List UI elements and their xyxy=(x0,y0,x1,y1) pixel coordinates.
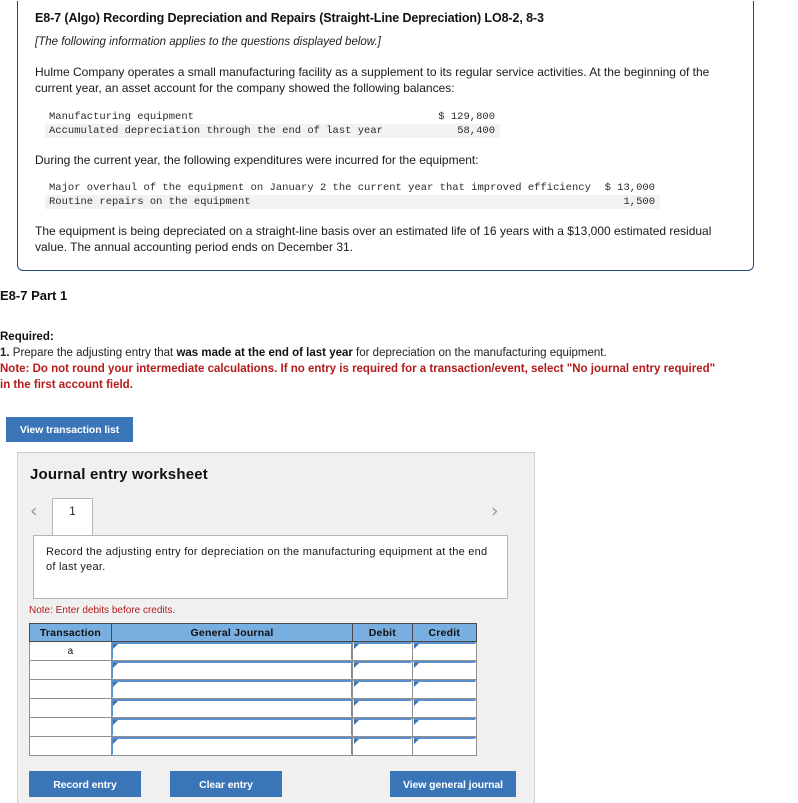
journal-table-body: a xyxy=(29,641,478,756)
debit-input[interactable] xyxy=(353,642,412,660)
table-header-row: Transaction General Journal Debit Credit xyxy=(29,623,478,642)
transaction-cell xyxy=(29,698,112,718)
transaction-cell xyxy=(29,679,112,699)
worksheet-page-tab-1[interactable]: 1 xyxy=(52,498,93,535)
credit-cell[interactable] xyxy=(411,641,478,661)
chevron-right-icon[interactable]: › xyxy=(491,501,499,521)
credit-cell[interactable] xyxy=(411,679,478,699)
credit-input[interactable] xyxy=(412,642,476,660)
journal-entry-table: Transaction General Journal Debit Credit… xyxy=(29,623,478,756)
problem-paragraph-1: Hulme Company operates a small manufactu… xyxy=(35,65,710,95)
credit-cell[interactable] xyxy=(411,698,478,718)
general-journal-input[interactable] xyxy=(111,737,353,755)
credit-cell[interactable] xyxy=(411,736,478,756)
expenditure-label: Major overhaul of the equipment on Janua… xyxy=(49,182,591,194)
credit-cell[interactable] xyxy=(411,660,478,680)
general-journal-cell[interactable] xyxy=(110,717,354,737)
balance-value: $ 129,800 xyxy=(438,111,495,123)
balance-label: Accumulated depreciation through the end… xyxy=(49,125,383,137)
problem-info-inner: E8-7 (Algo) Recording Depreciation and R… xyxy=(18,1,753,255)
journal-entry-worksheet-panel: Journal entry worksheet ‹ 1 › Record the… xyxy=(17,452,535,803)
table-row xyxy=(29,679,478,699)
table-row xyxy=(29,736,478,756)
record-entry-button[interactable]: Record entry xyxy=(29,771,141,797)
general-journal-cell[interactable] xyxy=(110,660,354,680)
problem-paragraph-3: The equipment is being depreciated on a … xyxy=(35,224,712,254)
required-red-note: Note: Do not round your intermediate cal… xyxy=(0,363,716,391)
table-row: Accumulated depreciation through the end… xyxy=(45,124,500,138)
table-row xyxy=(29,717,478,737)
journal-table-head: Transaction General Journal Debit Credit xyxy=(29,623,478,642)
required-item-text-before: Prepare the adjusting entry that xyxy=(9,346,177,359)
general-journal-input[interactable] xyxy=(111,661,353,679)
note-enter-debits-before-credits: Note: Enter debits before credits. xyxy=(29,605,176,616)
debit-input[interactable] xyxy=(353,661,412,679)
table-row: Routine repairs on the equipment 1,500 xyxy=(45,195,660,209)
column-header-debit: Debit xyxy=(352,623,413,642)
general-journal-cell[interactable] xyxy=(110,641,354,661)
transaction-cell xyxy=(29,736,112,756)
required-item-text-after: for depreciation on the manufacturing eq… xyxy=(352,346,607,359)
debit-cell[interactable] xyxy=(352,717,413,737)
column-header-credit: Credit xyxy=(411,623,478,642)
debit-input[interactable] xyxy=(353,680,412,698)
debit-cell[interactable] xyxy=(352,679,413,699)
credit-input[interactable] xyxy=(412,661,476,679)
problem-info-box: E8-7 (Algo) Recording Depreciation and R… xyxy=(17,1,754,271)
view-general-journal-button[interactable]: View general journal xyxy=(390,771,516,797)
expenditure-value: 1,500 xyxy=(623,196,655,208)
clear-entry-button[interactable]: Clear entry xyxy=(170,771,282,797)
balance-label: Manufacturing equipment xyxy=(49,111,194,123)
general-journal-cell[interactable] xyxy=(110,679,354,699)
balance-value: 58,400 xyxy=(457,125,495,137)
general-journal-input[interactable] xyxy=(111,699,353,717)
worksheet-pager: ‹ 1 › xyxy=(28,498,526,535)
problem-paragraph-2: During the current year, the following e… xyxy=(35,153,479,167)
page-root: E8-7 (Algo) Recording Depreciation and R… xyxy=(0,0,798,803)
table-row xyxy=(29,660,478,680)
chevron-left-icon[interactable]: ‹ xyxy=(30,501,38,521)
table-row: a xyxy=(29,641,478,661)
required-item-text-bold: was made at the end of last year xyxy=(176,346,353,359)
worksheet-title: Journal entry worksheet xyxy=(30,466,208,483)
expenditure-label: Routine repairs on the equipment xyxy=(49,196,251,208)
debit-input[interactable] xyxy=(353,699,412,717)
debit-input[interactable] xyxy=(353,737,412,755)
general-journal-cell[interactable] xyxy=(110,736,354,756)
transaction-cell xyxy=(29,717,112,737)
required-item-1: 1. Prepare the adjusting entry that was … xyxy=(0,346,720,362)
view-transaction-list-button[interactable]: View transaction list xyxy=(6,417,133,442)
debit-input[interactable] xyxy=(353,718,412,736)
column-header-general-journal: General Journal xyxy=(110,623,354,642)
required-item-number: 1. xyxy=(0,346,10,359)
required-label: Required: xyxy=(0,331,54,343)
credit-input[interactable] xyxy=(412,680,476,698)
credit-cell[interactable] xyxy=(411,717,478,737)
balances-table: Manufacturing equipment $ 129,800 Accumu… xyxy=(45,110,500,138)
transaction-cell: a xyxy=(29,641,112,661)
debit-cell[interactable] xyxy=(352,641,413,661)
exercise-title: E8-7 (Algo) Recording Depreciation and R… xyxy=(35,11,544,25)
credit-input[interactable] xyxy=(412,699,476,717)
table-row xyxy=(29,698,478,718)
table-row: Major overhaul of the equipment on Janua… xyxy=(45,181,660,195)
debit-cell[interactable] xyxy=(352,736,413,756)
general-journal-input[interactable] xyxy=(111,642,353,660)
debit-cell[interactable] xyxy=(352,660,413,680)
column-header-transaction: Transaction xyxy=(29,623,112,642)
credit-input[interactable] xyxy=(412,737,476,755)
transaction-cell xyxy=(29,660,112,680)
general-journal-cell[interactable] xyxy=(110,698,354,718)
applies-note: [The following information applies to th… xyxy=(35,36,381,48)
credit-input[interactable] xyxy=(412,718,476,736)
part-heading: E8-7 Part 1 xyxy=(0,288,68,303)
table-row: Manufacturing equipment $ 129,800 xyxy=(45,110,500,124)
debit-cell[interactable] xyxy=(352,698,413,718)
expenditures-table: Major overhaul of the equipment on Janua… xyxy=(45,181,660,209)
required-block: Required: 1. Prepare the adjusting entry… xyxy=(0,330,720,393)
general-journal-input[interactable] xyxy=(111,718,353,736)
worksheet-description: Record the adjusting entry for depreciat… xyxy=(33,535,508,599)
general-journal-input[interactable] xyxy=(111,680,353,698)
